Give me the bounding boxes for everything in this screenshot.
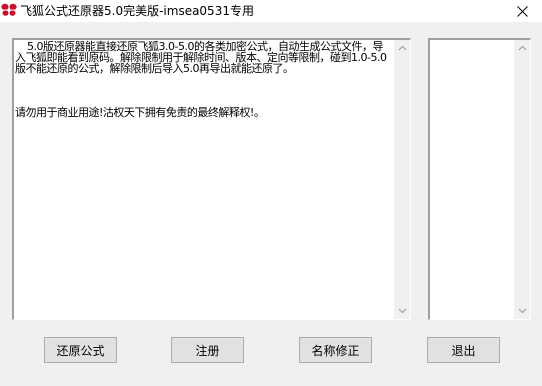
chevron-up-icon <box>518 45 526 51</box>
info-scrollbar[interactable] <box>394 40 410 319</box>
scroll-down-button[interactable] <box>394 303 410 319</box>
window-title: 飞狐公式还原器5.0完美版-imsea0531专用 <box>20 4 254 18</box>
register-button[interactable]: 注册 <box>171 337 244 363</box>
scroll-down-button[interactable] <box>514 303 530 319</box>
close-button[interactable] <box>502 0 542 22</box>
butterfly-logo-icon <box>1 3 17 16</box>
output-textarea[interactable] <box>428 38 531 320</box>
restore-formula-button[interactable]: 还原公式 <box>44 337 117 363</box>
title-bar: 飞狐公式还原器5.0完美版-imsea0531专用 <box>0 0 542 22</box>
chevron-down-icon <box>398 308 406 314</box>
exit-button[interactable]: 退出 <box>427 337 500 363</box>
scroll-up-button[interactable] <box>514 40 530 56</box>
scroll-up-button[interactable] <box>394 40 410 56</box>
chevron-up-icon <box>398 45 406 51</box>
rename-fix-button[interactable]: 名称修正 <box>299 337 372 363</box>
info-textarea[interactable]: 5.0版还原器能直接还原飞狐3.0-5.0的各类加密公式，自动生成公式文件，导入… <box>12 38 411 320</box>
info-text: 5.0版还原器能直接还原飞狐3.0-5.0的各类加密公式，自动生成公式文件，导入… <box>15 40 387 119</box>
output-scrollbar[interactable] <box>514 40 530 319</box>
dialog-client-area: 5.0版还原器能直接还原飞狐3.0-5.0的各类加密公式，自动生成公式文件，导入… <box>0 22 542 386</box>
chevron-down-icon <box>518 308 526 314</box>
close-icon <box>516 5 528 17</box>
